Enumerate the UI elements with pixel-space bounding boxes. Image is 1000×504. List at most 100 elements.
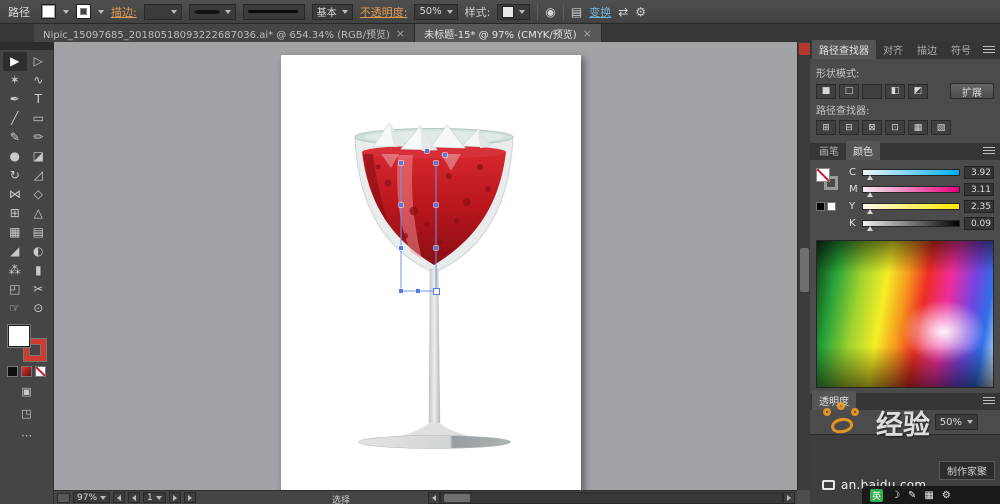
intersect-button[interactable]: ◧ (885, 83, 905, 99)
width-profile-select[interactable] (188, 3, 236, 20)
blob-brush-tool[interactable]: ● (3, 147, 27, 166)
ime-moon-icon[interactable]: ☽ (891, 490, 900, 501)
trim-button[interactable]: ⊟ (839, 120, 859, 135)
brush-preview[interactable] (242, 3, 305, 20)
scroll-right-arrow-icon[interactable] (783, 492, 795, 504)
artboard[interactable] (281, 55, 581, 490)
slider-thumb[interactable] (866, 192, 873, 197)
fill-swatch[interactable] (41, 4, 56, 19)
tool-panel-grip[interactable] (0, 42, 53, 50)
rectangle-tool[interactable]: ▭ (27, 109, 51, 128)
unite-button[interactable]: ■ (816, 83, 836, 99)
eraser-tool[interactable]: ◪ (27, 147, 51, 166)
close-icon[interactable]: × (583, 27, 592, 40)
slider-thumb[interactable] (866, 209, 873, 214)
zoom-select[interactable]: 97% (73, 492, 111, 503)
panel-menu-icon[interactable] (983, 397, 995, 406)
panel-menu-icon[interactable] (983, 147, 995, 156)
pen-tool[interactable]: ✒ (3, 90, 27, 109)
black-value[interactable]: 0.09 (964, 217, 994, 230)
opacity-select[interactable]: 50% (414, 3, 458, 20)
grid-icon[interactable] (57, 492, 70, 503)
last-artboard-button[interactable] (183, 492, 196, 503)
transparency-opacity-select[interactable]: 50% (934, 414, 978, 430)
recolor-artwork-icon[interactable]: ◉ (545, 5, 555, 19)
horizontal-scroll-track[interactable] (440, 492, 783, 504)
first-artboard-button[interactable] (113, 492, 126, 503)
next-artboard-button[interactable] (168, 492, 181, 503)
tab-symbols[interactable]: 符号 (944, 40, 978, 59)
ime-language-button[interactable]: 英 (870, 488, 883, 502)
free-transform-tool[interactable]: ◇ (27, 185, 51, 204)
yellow-slider[interactable] (862, 203, 960, 214)
ime-keyboard-icon[interactable]: ▦ (924, 490, 933, 501)
eyedropper-tool[interactable]: ◢ (3, 242, 27, 261)
minus-front-button[interactable]: □ (839, 83, 859, 99)
divide-button[interactable]: ⊞ (816, 120, 836, 135)
perspective-grid-tool[interactable]: △ (27, 204, 51, 223)
horizontal-scrollbar[interactable] (428, 492, 795, 504)
fill-dropdown-arrow-icon[interactable] (63, 9, 69, 14)
outline-button[interactable]: ▦ (908, 120, 928, 135)
vertical-scrollbar[interactable] (797, 42, 810, 490)
magenta-value[interactable]: 3.11 (964, 183, 994, 196)
scroll-left-arrow-icon[interactable] (428, 492, 440, 504)
wine-glass-illustration[interactable] (281, 55, 581, 490)
line-segment-tool[interactable]: ╱ (3, 109, 27, 128)
scale-tool[interactable]: ◿ (27, 166, 51, 185)
magenta-slider[interactable] (862, 186, 960, 197)
brush-definition-select[interactable]: 基本 (311, 3, 353, 20)
horizontal-scroll-thumb[interactable] (444, 494, 470, 502)
prev-artboard-button[interactable] (128, 492, 141, 503)
more-icon[interactable]: ⋯ (21, 429, 32, 442)
slider-thumb[interactable] (866, 175, 873, 180)
slider-thumb[interactable] (866, 226, 873, 231)
black-slider[interactable] (862, 220, 960, 231)
tab-transparency[interactable]: 透明度 (812, 391, 856, 410)
tab-align[interactable]: 对齐 (876, 40, 910, 59)
document-tab-2[interactable]: 未标题-15* @ 97% (CMYK/预览) × (415, 24, 602, 42)
swap-icon[interactable]: ⇄ (618, 5, 628, 19)
paintbrush-tool[interactable]: ✎ (3, 128, 27, 147)
color-mode-button[interactable] (7, 366, 18, 377)
document-tab-1[interactable]: Nipic_15097685_20180518093222687036.ai* … (34, 24, 416, 42)
symbol-sprayer-tool[interactable]: ⁂ (3, 261, 27, 280)
mesh-tool[interactable]: ▦ (3, 223, 27, 242)
screen-mode-icon[interactable]: ◳ (21, 407, 31, 420)
rotate-tool[interactable]: ↻ (3, 166, 27, 185)
tab-color[interactable]: 颜色 (846, 141, 880, 160)
white-swatch[interactable] (827, 202, 836, 211)
tab-pathfinder[interactable]: 路径查找器 (812, 40, 876, 59)
yellow-value[interactable]: 2.35 (964, 200, 994, 213)
crop-button[interactable]: ⊡ (885, 120, 905, 135)
lasso-tool[interactable]: ∿ (27, 71, 51, 90)
type-tool[interactable]: T (27, 90, 51, 109)
align-icon[interactable]: ▤ (571, 5, 582, 19)
style-swatch-select[interactable] (497, 3, 531, 20)
hand-tool[interactable]: ☞ (3, 299, 27, 318)
stroke-dropdown-arrow-icon[interactable] (98, 9, 104, 14)
minus-back-button[interactable]: ▧ (931, 120, 951, 135)
none-mode-button[interactable] (35, 366, 46, 377)
vertical-scroll-thumb[interactable] (800, 248, 809, 292)
black-swatch[interactable] (816, 202, 825, 211)
ime-pen-icon[interactable]: ✎ (908, 490, 916, 501)
drawing-mode-icon[interactable]: ▣ (21, 385, 31, 398)
gradient-mode-button[interactable] (21, 366, 32, 377)
pencil-tool[interactable]: ✏ (27, 128, 51, 147)
width-tool[interactable]: ⋈ (3, 185, 27, 204)
transform-panel-link[interactable]: 变换 (589, 4, 611, 20)
column-graph-tool[interactable]: ▮ (27, 261, 51, 280)
direct-selection-tool[interactable]: ▷ (27, 52, 51, 71)
cyan-slider[interactable] (862, 169, 960, 180)
stroke-weight-select[interactable] (143, 3, 182, 20)
artboard-tool[interactable]: ◰ (3, 280, 27, 299)
magic-wand-tool[interactable]: ✶ (3, 71, 27, 90)
slice-tool[interactable]: ✂ (27, 280, 51, 299)
selection-tool[interactable]: ▶ (3, 52, 27, 71)
intersect-button[interactable] (862, 83, 882, 99)
cyan-value[interactable]: 3.92 (964, 166, 994, 179)
color-spectrum[interactable] (816, 240, 994, 388)
gradient-tool[interactable]: ▤ (27, 223, 51, 242)
tab-brushes[interactable]: 画笔 (812, 141, 846, 160)
